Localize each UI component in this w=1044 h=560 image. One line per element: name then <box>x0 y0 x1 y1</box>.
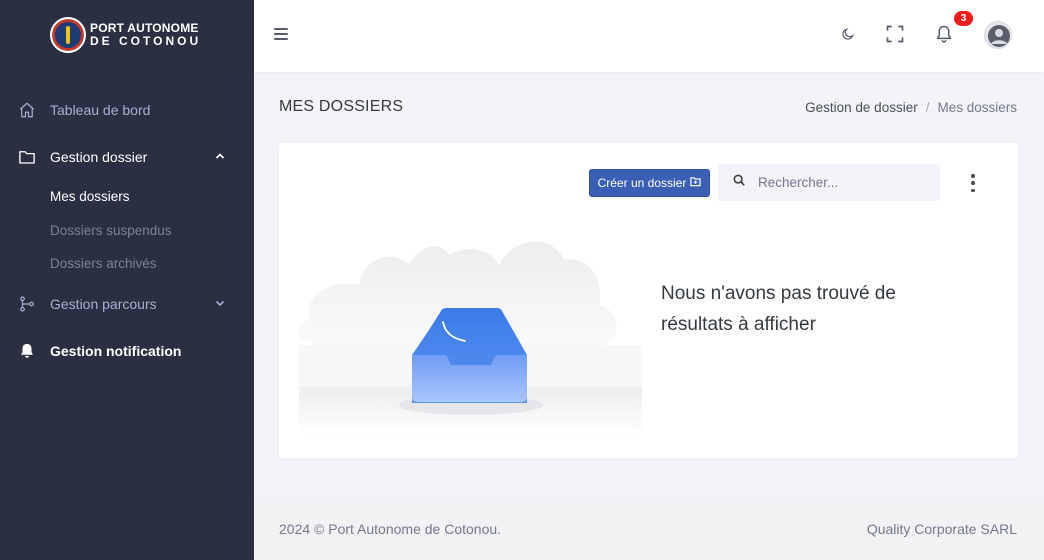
sidebar-item-label: Tableau de bord <box>50 101 151 118</box>
fullscreen-icon[interactable] <box>883 22 907 46</box>
sidebar-item-tableau-de-bord[interactable]: Tableau de bord <box>0 86 254 133</box>
route-icon <box>18 295 36 313</box>
chevron-up-icon <box>214 149 226 165</box>
sidebar-item-label: Gestion dossier <box>50 148 148 165</box>
sidebar-subitem-mes-dossiers[interactable]: Mes dossiers <box>0 180 254 214</box>
submenu-gestion-dossier: Mes dossiers Dossiers suspendus Dossiers… <box>0 180 254 281</box>
menu-icon[interactable] <box>274 28 288 40</box>
breadcrumb-separator: / <box>925 100 930 115</box>
page-title: MES DOSSIERS <box>279 98 404 115</box>
moon-icon[interactable] <box>836 22 860 46</box>
bell-icon <box>18 342 36 360</box>
sidebar-item-gestion-notification[interactable]: Gestion notification <box>0 328 254 375</box>
search-input[interactable] <box>758 175 928 190</box>
more-options-icon[interactable] <box>967 173 979 193</box>
footer-credit: Quality Corporate SARL <box>866 520 1017 537</box>
folder-plus-icon <box>690 176 702 190</box>
sidebar-item-label: Gestion parcours <box>50 296 157 312</box>
port-emblem-icon <box>50 17 86 53</box>
chevron-down-icon <box>214 296 226 312</box>
footer-copyright: 2024 © Port Autonome de Cotonou. <box>279 520 502 537</box>
folder-icon <box>18 148 36 166</box>
bell-icon[interactable] <box>932 22 956 46</box>
search-box <box>718 164 940 201</box>
logo-line-2: DE COTONOU <box>90 34 202 48</box>
empty-box-illustration <box>298 225 642 435</box>
empty-state-message: Nous n'avons pas trouvé de résultats à a… <box>661 283 896 335</box>
logo[interactable]: PORT AUTONOME DE COTONOU <box>0 0 254 70</box>
breadcrumb-current: Mes dossiers <box>937 100 1017 115</box>
sidebar-subitem-dossiers-suspendus[interactable]: Dossiers suspendus <box>0 214 254 248</box>
sidebar: PORT AUTONOME DE COTONOU Tableau de bord… <box>0 0 254 560</box>
notification-badge: 3 <box>954 11 973 26</box>
search-icon <box>732 173 746 192</box>
breadcrumb: Gestion de dossier / Mes dossiers <box>805 100 1017 115</box>
sidebar-item-gestion-dossier[interactable]: Gestion dossier <box>0 133 254 180</box>
create-dossier-button-label: Créer un dossier <box>597 176 687 190</box>
sidebar-menu: Tableau de bord Gestion dossier Mes doss… <box>0 86 254 375</box>
home-icon <box>18 101 36 119</box>
footer: 2024 © Port Autonome de Cotonou. Quality… <box>254 497 1044 560</box>
create-dossier-button[interactable]: Créer un dossier <box>589 169 710 197</box>
dossiers-card: Créer un dossier Rechercher... Nous n'av… <box>279 143 1018 458</box>
sidebar-item-label: Gestion notification <box>50 343 182 359</box>
sidebar-subitem-dossiers-archives[interactable]: Dossiers archivés <box>0 247 254 281</box>
breadcrumb-link[interactable]: Gestion de dossier <box>805 100 918 115</box>
sidebar-item-gestion-parcours[interactable]: Gestion parcours <box>0 281 254 328</box>
topbar: 3 <box>254 0 1044 72</box>
avatar[interactable] <box>984 21 1012 49</box>
